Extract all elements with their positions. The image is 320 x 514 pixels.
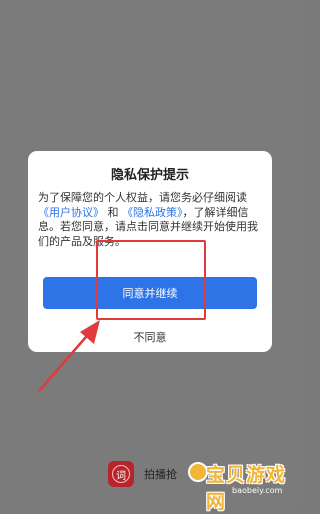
annotation-arrow-icon: [38, 320, 100, 392]
app-logo-char: 词: [112, 465, 130, 483]
app-name: 拍播抢: [144, 468, 177, 481]
app-logo-icon: 词: [108, 461, 134, 487]
watermark-url: baobeiy.com: [232, 486, 283, 495]
site-watermark: 宝贝游戏网 baobeiy.com: [188, 460, 296, 513]
watermark-badge-icon: [188, 462, 208, 482]
app-branding-bar: 词 拍播抢: [108, 456, 177, 492]
